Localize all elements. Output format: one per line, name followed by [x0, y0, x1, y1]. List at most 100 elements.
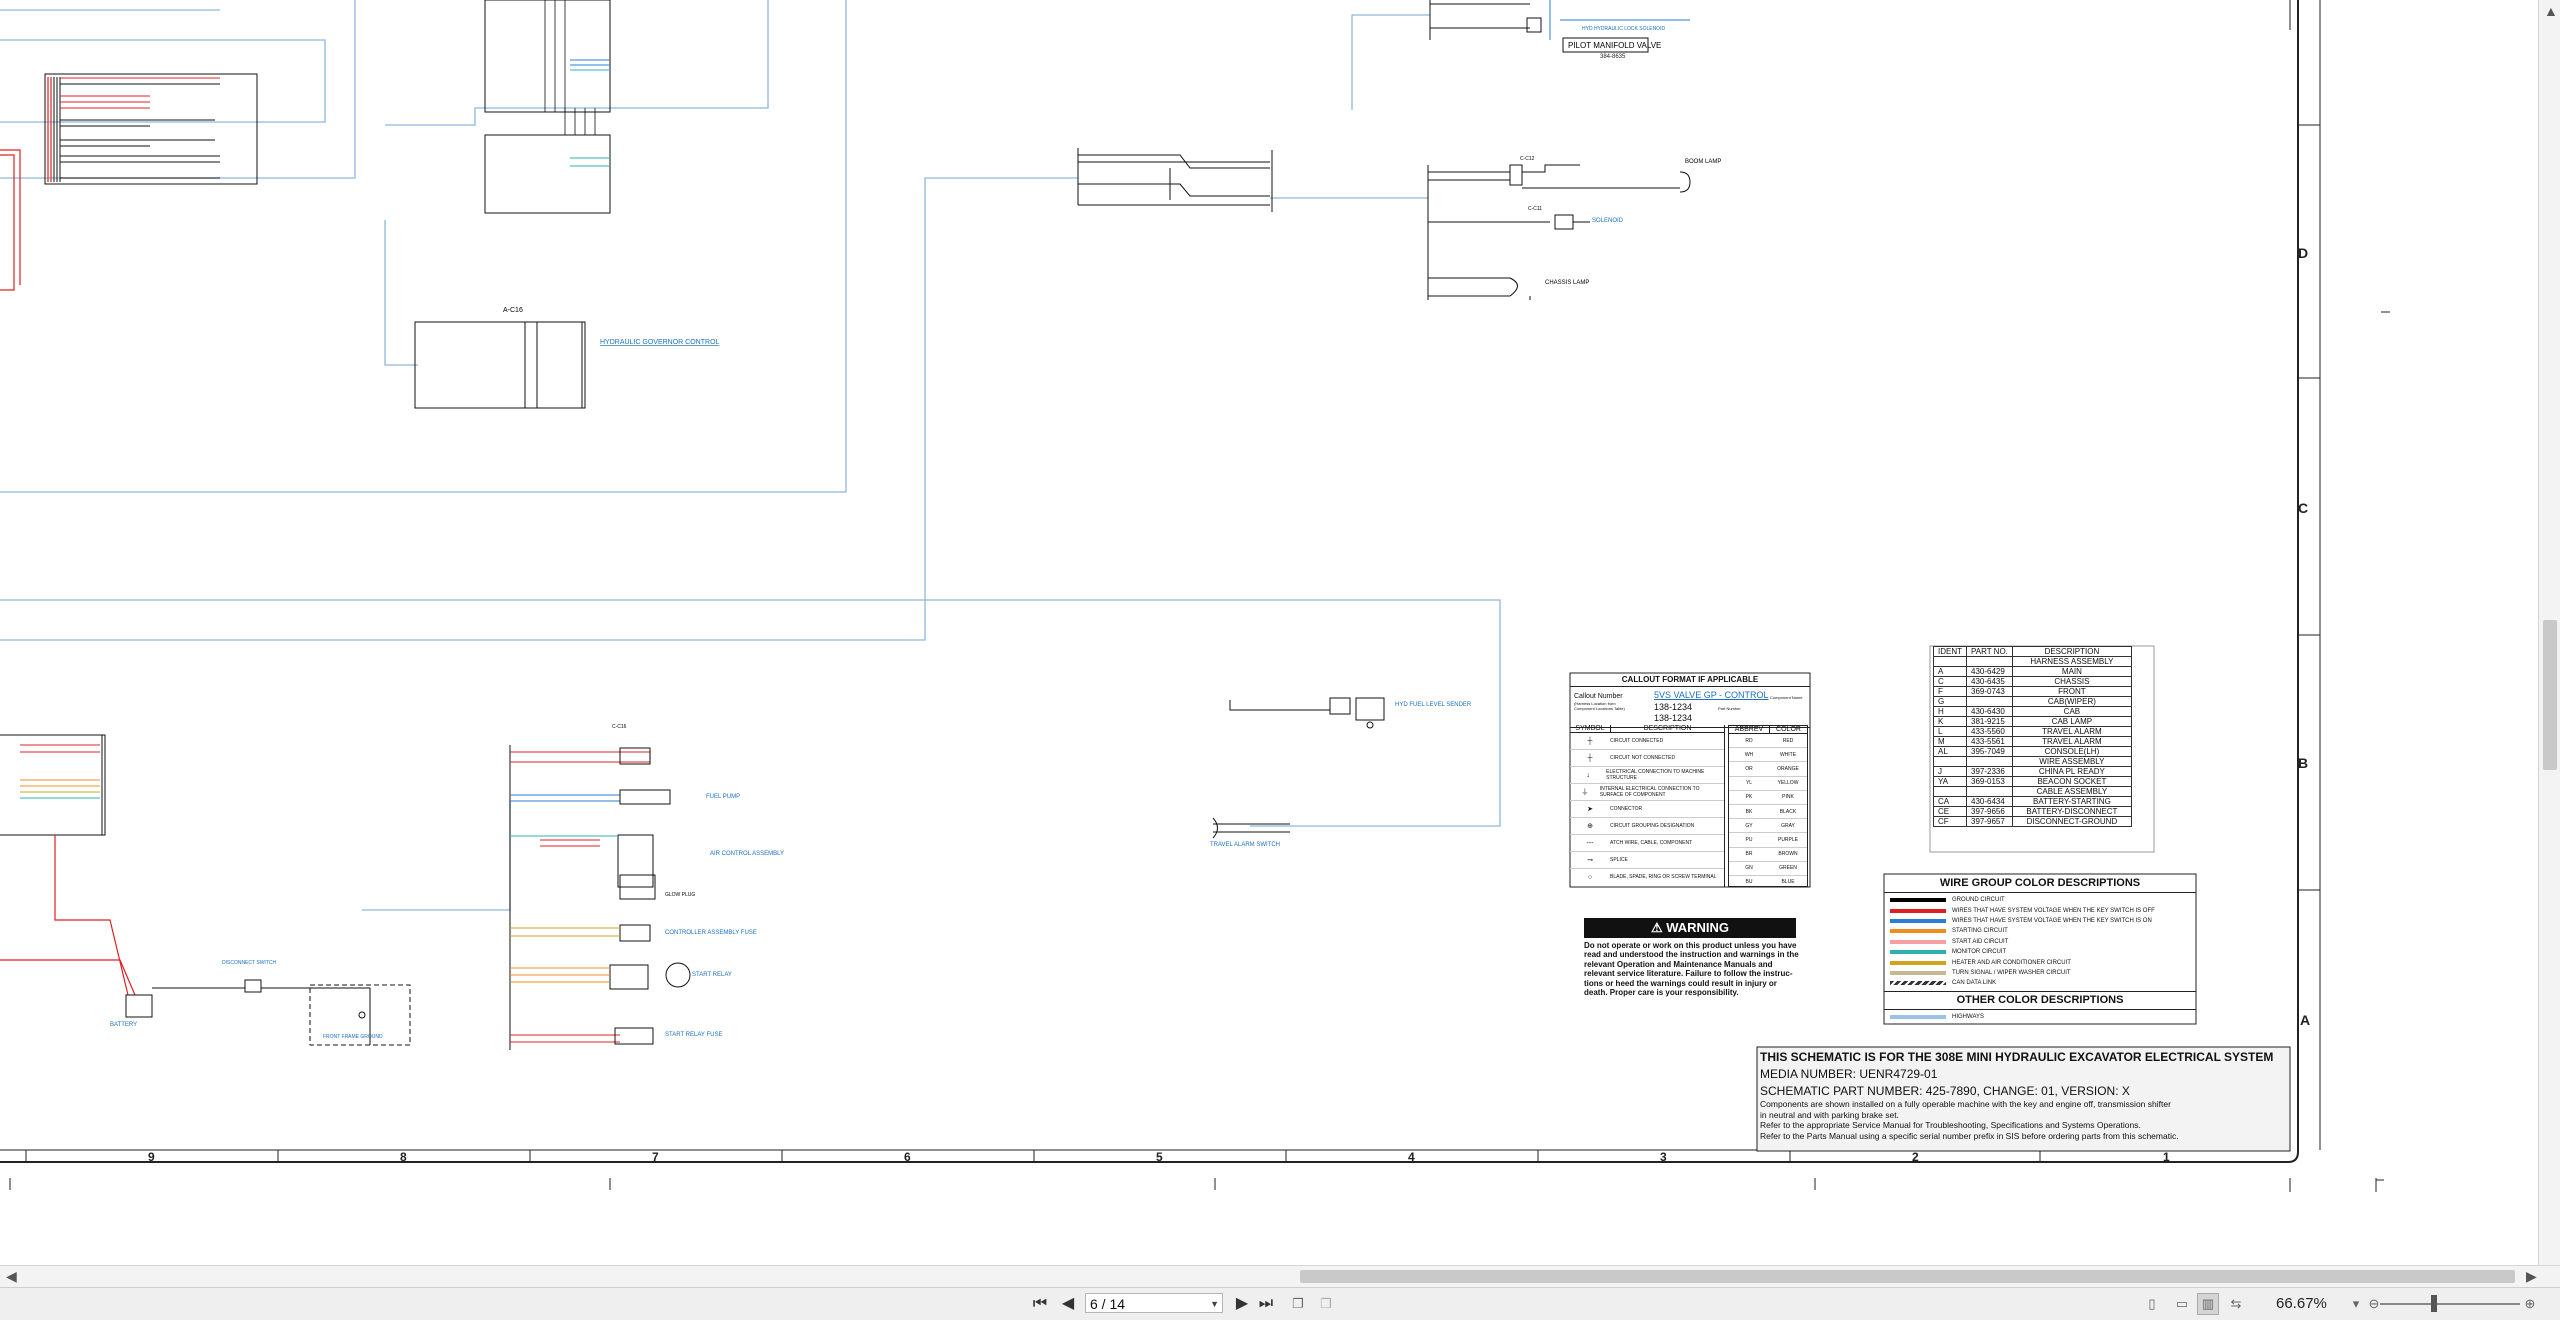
horizontal-scrollbar[interactable]: ◀ ▶ — [0, 1265, 2560, 1288]
scroll-up-icon[interactable]: ▲ — [2544, 2, 2558, 20]
fit-width-icon[interactable]: ⇆ — [2226, 1294, 2246, 1314]
connector-a-c16-label: A-C16 — [503, 307, 523, 314]
title-note: in neutral and with parking brake set. — [1760, 1109, 1899, 1120]
battery-circuit — [0, 835, 136, 996]
two-page-view-icon[interactable]: ▥ — [2197, 1293, 2219, 1315]
color-abbrev-row: BK BLACK — [1729, 805, 1807, 820]
title-block: THIS SCHEMATIC IS FOR THE 308E MINI HYDR… — [1760, 1050, 2288, 1141]
wire-group-row: WIRES THAT HAVE SYSTEM VOLTAGE WHEN THE … — [1890, 905, 2190, 915]
grid-col-9: 9 — [148, 1150, 155, 1164]
page-layout-icon[interactable]: ❐ — [1316, 1294, 1336, 1314]
color-abbrev-row: BU BLUE — [1745, 879, 1795, 886]
callout-component-name-note: Component Name — [1770, 695, 1803, 700]
next-page-button[interactable]: ▶ — [1232, 1293, 1252, 1315]
title-note: Refer to the appropriate Service Manual … — [1760, 1120, 2141, 1130]
vertical-scrollbar[interactable]: ▲ — [2538, 0, 2560, 1265]
grid-col-5: 5 — [1156, 1150, 1163, 1164]
wire-group-row: STARTING CIRCUIT — [1890, 926, 2190, 936]
navigation-toolbar: ⏮ ◀ 6 / 14 ▼ ▶ ⏭ ❐ ❐ ▯ ▭ ▥ ⇆ 66.67% ▾ ⊖ … — [0, 1287, 2560, 1320]
solenoid-link: SOLENOID — [1592, 218, 1624, 224]
callout-example-link[interactable]: 5VS VALVE GP - CONTROL — [1654, 690, 1769, 700]
vertical-scroll-thumb[interactable] — [2543, 620, 2557, 770]
zoom-slider-knob[interactable] — [2431, 1295, 2437, 1312]
warning-line: death. Proper care is your responsibilit… — [1584, 988, 1739, 998]
symbol-header: SYMBOL — [1570, 725, 1611, 732]
scroll-left-icon[interactable]: ◀ — [6, 1267, 17, 1285]
symbol-row: ↓ ELECTRICAL CONNECTION TO MACHINE STRUCT… — [1570, 767, 1724, 784]
wire-swatch-ground — [1890, 898, 1946, 903]
warning-icon: ⚠ — [1650, 920, 1667, 935]
harness-block-center-bottom — [509, 745, 691, 1050]
wire-group-legend: WIRE GROUP COLOR DESCRIPTIONS GROUND CIR… — [1884, 874, 2196, 1024]
scroll-right-icon[interactable]: ▶ — [2526, 1267, 2537, 1285]
zoom-level[interactable]: 66.67% — [2276, 1295, 2327, 1312]
start-relay-fuse-link: START RELAY FUSE — [665, 1032, 722, 1038]
warning-box: ⚠ WARNING Do not operate or work on this… — [1584, 918, 1799, 998]
wire-swatch-monitor — [1890, 950, 1946, 955]
harness-block-left-top — [44, 73, 258, 185]
page-thumbnails-icon[interactable]: ❐ — [1288, 1294, 1308, 1314]
ident-row: K 381-9215 CAB LAMP — [1933, 716, 2132, 727]
continuous-view-icon[interactable]: ▭ — [2172, 1294, 2192, 1314]
fuel-pump-link: FUEL PUMP — [706, 794, 740, 800]
callout-example-part: 138-1234 — [1654, 702, 1693, 712]
callout-part-number-note: Part Number — [1718, 706, 1741, 711]
color-header: COLOR — [1776, 726, 1801, 733]
chevron-down-icon[interactable]: ▼ — [1210, 1294, 1219, 1314]
title-note: Components are shown installed on a full… — [1760, 1099, 2171, 1109]
wire-group-row: HEATER AND AIR CONDITIONER CIRCUIT — [1890, 957, 2190, 967]
wire-group-row: WIRES THAT HAVE SYSTEM VOLTAGE WHEN THE … — [1890, 916, 2190, 926]
zoom-slider[interactable] — [2380, 1303, 2520, 1305]
disconnect-switch-link: DISCONNECT SWITCH — [222, 960, 276, 966]
schematic-part-number: SCHEMATIC PART NUMBER: 425-7890, CHANGE:… — [1760, 1084, 2130, 1098]
zoom-in-icon[interactable]: ⊕ — [2520, 1294, 2540, 1314]
zoom-dropdown-icon[interactable]: ▾ — [2346, 1294, 2366, 1314]
horizontal-scroll-thumb[interactable] — [1300, 1270, 2515, 1283]
harness-block-left-bottom — [0, 734, 106, 836]
color-abbrev-row: YL YELLOW — [1729, 777, 1807, 791]
callout-example-part-2: 138-1234 — [1654, 713, 1693, 723]
warning-line: tions or heed the warnings could result … — [1584, 978, 1777, 988]
ident-table: IDENT PART NO. DESCRIPTION HARNESS ASSEM… — [1933, 646, 2132, 827]
abbrev-header: ABBREV — [1729, 726, 1770, 733]
other-color-row: HIGHWAYS — [1890, 1012, 2190, 1022]
symbol-row: ┼ CIRCUIT NOT CONNECTED — [1570, 750, 1724, 767]
boom-lamp-label: BOOM LAMP — [1685, 159, 1721, 165]
document-viewport: A-C16 HYDRAULIC GOVERNOR CONTROL PILOT M… — [0, 0, 2538, 1265]
ident-row: H 430-6430 CAB — [1933, 706, 2132, 717]
ident-row: CF 397-9657 DISCONNECT-GROUND — [1933, 816, 2132, 827]
color-abbrev-row: PU PURPLE — [1729, 833, 1807, 848]
last-page-button[interactable]: ⏭ — [1256, 1293, 1276, 1315]
callout-title: CALLOUT FORMAT IF APPLICABLE — [1570, 673, 1810, 687]
previous-page-button[interactable]: ◀ — [1058, 1293, 1078, 1315]
wire-group-row: TURN SIGNAL / WIPER WASHER CIRCUIT — [1890, 968, 2190, 978]
wire-group-row: CAN DATA LINK — [1890, 978, 2190, 988]
symbol-desc-header: DESCRIPTION — [1643, 725, 1692, 732]
ident-row: M 433-5561 TRAVEL ALARM — [1933, 736, 2132, 747]
color-abbrev-row: WH WHITE — [1729, 748, 1807, 763]
warning-line: relevant service literature. Failure to … — [1584, 969, 1793, 979]
grid-col-3: 3 — [1660, 1150, 1667, 1164]
grid-ticks — [9, 1150, 2041, 1190]
wire-swatch-highways — [1890, 1014, 1946, 1019]
fuel-level-sender-link: HYD FUEL LEVEL SENDER — [1395, 702, 1472, 708]
ident-row: WIRE ASSEMBLY — [1933, 756, 2132, 767]
left-edge-wires — [0, 149, 21, 291]
connector-c-c12-label: C-C12 — [1520, 156, 1535, 162]
grid-row-a: A — [2300, 1012, 2311, 1028]
front-frame-ground-link: FRONT FRAME GROUND — [323, 1034, 383, 1040]
ident-row: AL 395-7049 CONSOLE(LH) — [1933, 746, 2132, 757]
wire-group-row: GROUND CIRCUIT — [1890, 895, 2190, 905]
ident-row: CE 397-9656 BATTERY-DISCONNECT — [1933, 806, 2132, 817]
single-page-view-icon[interactable]: ▯ — [2142, 1294, 2162, 1314]
ident-row: A 430-6429 MAIN — [1933, 666, 2132, 677]
color-abbrev-row: GY GRAY — [1729, 819, 1807, 834]
grid-row-c: C — [2298, 500, 2309, 516]
first-page-button[interactable]: ⏮ — [1030, 1293, 1050, 1315]
hyd-lock-link: HYD HYDRAULIC LOCK SOLENOID — [1582, 26, 1665, 32]
wire-swatch-key-off — [1890, 908, 1946, 913]
page-number-input[interactable]: 6 / 14 ▼ — [1085, 1293, 1223, 1313]
grid-col-6: 6 — [904, 1150, 911, 1164]
ident-row: J 397-2336 CHINA PL READY — [1933, 766, 2132, 777]
page-number-value: 6 / 14 — [1090, 1296, 1126, 1312]
